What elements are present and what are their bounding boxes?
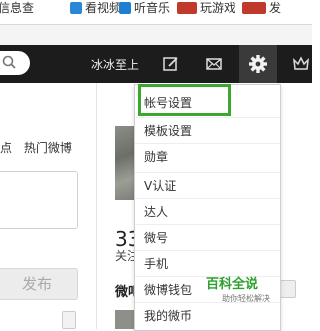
scroll-handle[interactable] [62,311,76,329]
watermark-subtitle: 助你轻松解决 [222,294,270,303]
bookmark-icon [242,2,266,14]
highlight-box [138,84,231,116]
top-nav: 冰冰至上 [0,45,312,83]
menu-item-weibo-id[interactable]: 微号 [135,224,280,250]
search-icon[interactable] [2,55,16,69]
bookmark-item[interactable]: 信息查 [0,0,56,16]
menu-item-medals[interactable]: 勋章 [135,143,280,169]
mail-icon[interactable] [205,55,223,73]
video-icon [70,2,82,14]
post-composer[interactable] [0,171,78,229]
tab-hot-weibo[interactable]: 热门微博 [24,141,72,155]
menu-item-expert[interactable]: 达人 [135,198,280,224]
side-button[interactable] [280,280,296,298]
bookmark-label: 发 [269,1,282,15]
edit-icon[interactable] [162,55,180,73]
watermark-title: 百科全说 [206,277,259,292]
settings-button[interactable] [239,45,277,83]
feed-tabs: 点 热门微博 [0,139,80,156]
watermark: 百科全说 助你轻松解决 [206,273,276,303]
bookmark-label: 信息查 [0,1,35,15]
page-gap [0,25,312,45]
tab-partial[interactable]: 点 [0,141,12,155]
music-icon [119,2,131,14]
menu-item-verification[interactable]: V认证 [135,172,280,198]
bookmark-item[interactable]: 玩游戏 [177,0,235,16]
bookmark-item[interactable]: 发 [242,0,312,16]
bookmark-item[interactable]: 看视频 [70,0,120,16]
menu-item-my-coins[interactable]: 我的微币 [135,302,280,328]
search-input[interactable] [0,51,30,75]
crown-icon[interactable] [292,55,310,73]
left-column: 点 热门微博 发布 [0,83,97,329]
gear-icon[interactable] [248,54,268,74]
bookmark-label: 听音乐 [134,1,171,15]
bookmarks-bar: 信息查 看视频 听音乐 玩游戏 发 [0,0,312,25]
bookmark-label: 玩游戏 [200,1,235,15]
bookmark-label: 看视频 [85,1,120,15]
game-icon [177,2,197,14]
bookmark-item[interactable]: 听音乐 [119,0,174,16]
menu-item-template-settings[interactable]: 模板设置 [135,117,280,143]
post-button[interactable]: 发布 [0,268,78,300]
nav-nickname[interactable]: 冰冰至上 [91,56,139,73]
